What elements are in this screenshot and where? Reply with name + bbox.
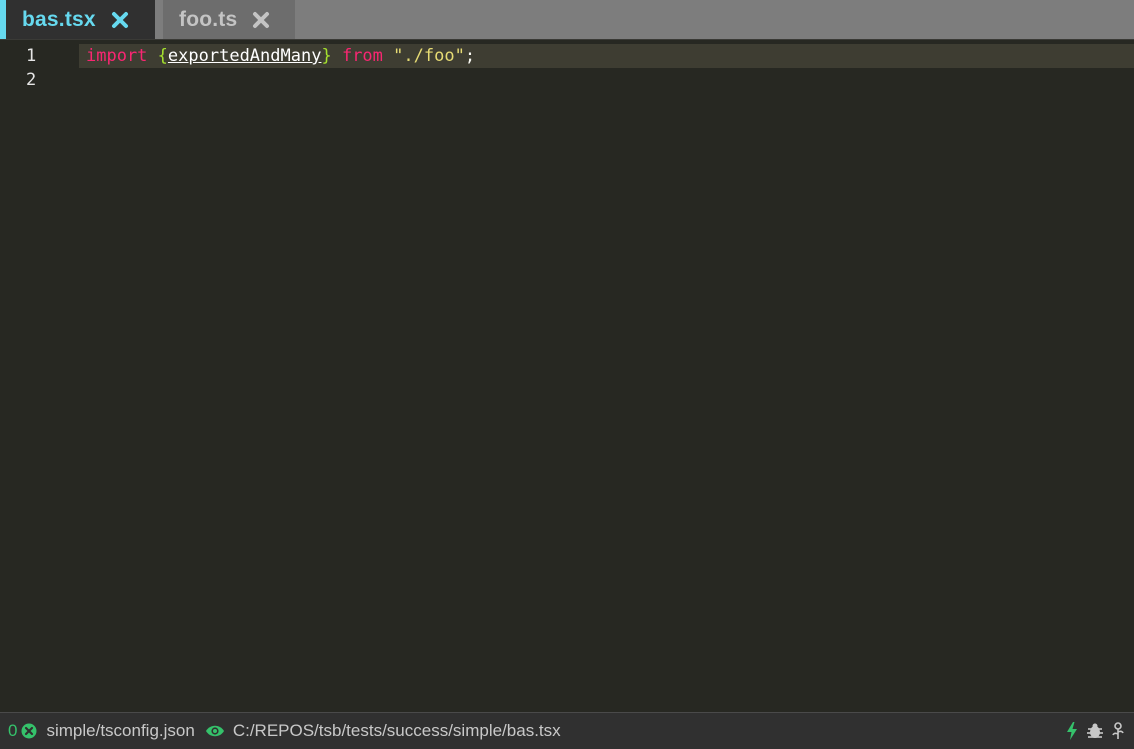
bug-icon[interactable] xyxy=(1086,722,1104,740)
file-path[interactable]: C:/REPOS/tsb/tests/success/simple/bas.ts… xyxy=(233,721,561,741)
brace-open: { xyxy=(157,46,168,66)
brace-close: } xyxy=(321,46,332,66)
imported-identifier[interactable]: exportedAndMany xyxy=(168,46,322,66)
status-bar: 0 simple/tsconfig.json C:/REPOS/tsb/test… xyxy=(0,712,1134,749)
editor-window: bas.tsx foo.ts 1 import {exportedAndMany… xyxy=(0,0,1134,749)
tab-label: foo.ts xyxy=(179,7,238,31)
close-icon[interactable] xyxy=(251,10,271,30)
tsconfig-path[interactable]: simple/tsconfig.json xyxy=(46,721,194,741)
code-line[interactable]: 1 import {exportedAndMany} from "./foo"; xyxy=(0,44,1134,68)
module-string: "./foo" xyxy=(393,46,465,66)
lightning-icon[interactable] xyxy=(1066,722,1078,740)
line-number: 2 xyxy=(26,70,37,90)
close-icon[interactable] xyxy=(110,10,130,30)
tab-bar: bas.tsx foo.ts xyxy=(0,0,1134,40)
code-line[interactable]: 2 xyxy=(0,68,1134,92)
tab-label: bas.tsx xyxy=(22,7,96,31)
eye-icon[interactable] xyxy=(205,724,225,738)
tab-bas-tsx[interactable]: bas.tsx xyxy=(0,0,155,39)
keyword-import: import xyxy=(86,46,148,66)
keyword-from: from xyxy=(341,46,383,66)
tab-foo-ts[interactable]: foo.ts xyxy=(163,0,295,39)
line-number: 1 xyxy=(26,46,37,66)
errors-icon[interactable] xyxy=(21,723,37,739)
code-editor[interactable]: 1 import {exportedAndMany} from "./foo";… xyxy=(0,40,1134,712)
flower-icon[interactable] xyxy=(1112,722,1124,740)
semicolon: ; xyxy=(464,46,476,66)
error-count[interactable]: 0 xyxy=(8,721,17,741)
code-text[interactable]: import {exportedAndMany} from "./foo"; xyxy=(86,44,475,68)
status-right-icons xyxy=(1058,713,1124,749)
